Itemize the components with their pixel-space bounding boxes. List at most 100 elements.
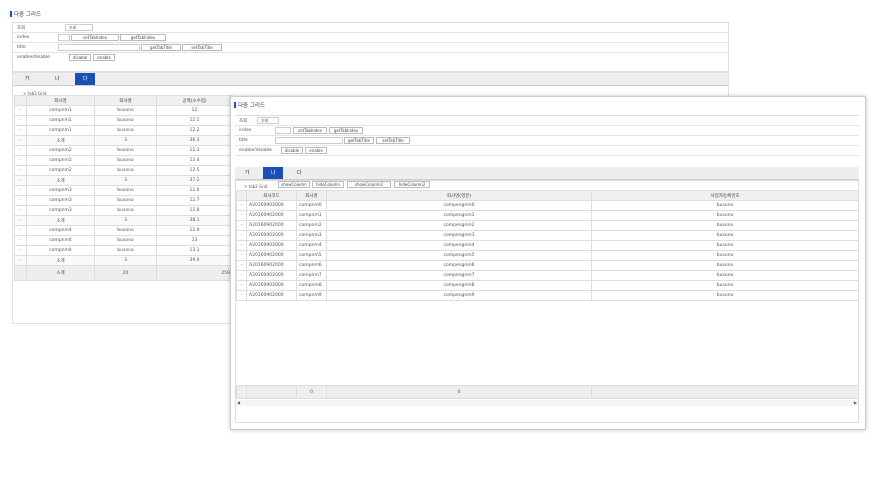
grid-cell[interactable]: 소계 [26, 215, 95, 226]
grid-cell[interactable]: - [14, 155, 27, 166]
grid-cell[interactable]: busono [94, 165, 157, 176]
grid-cell[interactable]: 12.5 [156, 165, 233, 176]
tab-ga-1[interactable]: 가 [17, 73, 37, 85]
grid-cell[interactable]: - [14, 145, 27, 156]
set-tab-index-button[interactable]: setTabIndex [293, 127, 327, 134]
grid-cell[interactable]: compnm0 [296, 200, 327, 211]
grid-cell[interactable]: compnm8 [296, 280, 327, 291]
grid-cell[interactable]: busono [94, 105, 157, 116]
grid-cell[interactable]: busono [591, 250, 859, 261]
table-row[interactable]: - A20160902000 compnm8 compengnm8 busono [236, 280, 859, 291]
grid-cell[interactable]: compnm6 [296, 260, 327, 271]
grid-cell[interactable]: 3 [94, 255, 157, 266]
table-row[interactable]: - compnm1 busono 12.1 [14, 115, 233, 126]
grid-cell[interactable]: compnm1 [26, 105, 95, 116]
grid-cell[interactable]: - [236, 250, 247, 261]
col-header[interactable] [14, 95, 27, 106]
table-row[interactable]: - compnm3 busono 12.7 [14, 195, 233, 206]
grid-cell[interactable]: - [14, 175, 27, 186]
grid-cell[interactable]: 36.3 [156, 135, 233, 146]
grid-cell[interactable]: compnm3 [26, 195, 95, 206]
grid-cell[interactable]: busono [94, 205, 157, 216]
grid-cell[interactable]: A20160902000 [246, 230, 297, 241]
grid-cell[interactable]: busono [94, 115, 157, 126]
grid-cell[interactable]: 12.3 [156, 145, 233, 156]
enable-button[interactable]: enable [305, 147, 327, 154]
grid-cell[interactable]: compengnm5 [326, 250, 592, 261]
grid-cell[interactable]: compnm5 [296, 250, 327, 261]
title-input[interactable] [58, 44, 140, 51]
grid-cell[interactable]: compengnm6 [326, 260, 592, 271]
get-tab-index-button[interactable]: getTabIndex [329, 127, 363, 134]
grid-cell[interactable]: 소계 [26, 135, 95, 146]
grid-cell[interactable]: 12.6 [156, 185, 233, 196]
horizontal-scrollbar[interactable]: ◀ ▶ [236, 400, 858, 406]
grid-cell[interactable]: 13 [156, 235, 233, 246]
grid-cell[interactable]: busono [591, 280, 859, 291]
grid-cell[interactable]: 38.1 [156, 215, 233, 226]
grid-cell[interactable]: compnm9 [296, 290, 327, 301]
table-row[interactable]: - A20160902000 compnm1 compengnm1 busono [236, 210, 859, 221]
grid-cell[interactable]: - [14, 165, 27, 176]
grid-cell[interactable]: - [236, 270, 247, 281]
get-tab-index-button[interactable]: getTabIndex [120, 34, 166, 41]
grid-cell[interactable]: compengnm9 [326, 290, 592, 301]
grid-cell[interactable]: A20160902000 [246, 260, 297, 271]
table-row[interactable]: - compnm4 busono 12.9 [14, 225, 233, 236]
grid-cell[interactable]: - [14, 255, 27, 266]
grid-cell[interactable]: compnm2 [296, 220, 327, 231]
grid-cell[interactable]: - [236, 210, 247, 221]
grid-cell[interactable]: - [14, 195, 27, 206]
disable-button[interactable]: disable [281, 147, 303, 154]
tab-da-2[interactable]: 다 [289, 167, 309, 179]
grid-cell[interactable]: compnm3 [26, 185, 95, 196]
subtotal-row[interactable]: - 소계 3 37.2 [14, 175, 233, 186]
tab-na-1[interactable]: 나 [47, 73, 67, 85]
grid-cell[interactable]: 39.0 [156, 255, 233, 266]
grid-cell[interactable]: compnm1 [26, 125, 95, 136]
grid-cell[interactable]: - [236, 230, 247, 241]
grid-cell[interactable]: busono [94, 195, 157, 206]
subtotal-row[interactable]: - 소계 3 36.3 [14, 135, 233, 146]
grid-cell[interactable]: - [14, 215, 27, 226]
col-header[interactable]: 회사명 [94, 95, 157, 106]
grid-cell[interactable]: A20160902000 [246, 250, 297, 261]
table-row[interactable]: - compnm2 busono 12.3 [14, 145, 233, 156]
subtotal-row[interactable]: - 소계 3 38.1 [14, 215, 233, 226]
grid-cell[interactable]: 소계 [26, 255, 95, 266]
grid-cell[interactable]: compnm3 [296, 230, 327, 241]
grid-cell[interactable]: - [236, 290, 247, 301]
grid-cell[interactable]: compnm2 [26, 145, 95, 156]
search-input[interactable]: 조회 [65, 24, 93, 31]
scroll-right-icon[interactable]: ▶ [854, 400, 857, 405]
grid-cell[interactable]: 13.1 [156, 245, 233, 256]
grid-cell[interactable]: A20160902000 [246, 200, 297, 211]
table-row[interactable]: - A20160902000 compnm4 compengnm4 busono [236, 240, 859, 251]
col-header[interactable]: 회사명(영문) [326, 190, 592, 201]
grid-cell[interactable]: busono [591, 200, 859, 211]
grid-cell[interactable]: compengnm0 [326, 200, 592, 211]
grid-cell[interactable]: - [236, 280, 247, 291]
grid-cell[interactable]: 12.1 [156, 115, 233, 126]
grid-cell[interactable]: 3 [94, 135, 157, 146]
index-input[interactable] [58, 34, 70, 41]
table-row[interactable]: - compnm4 busono 13 [14, 235, 233, 246]
grid-cell[interactable]: busono [94, 185, 157, 196]
grid-cell[interactable]: - [14, 185, 27, 196]
grid-cell[interactable]: 3 [94, 175, 157, 186]
grid-cell[interactable]: - [236, 220, 247, 231]
table-row[interactable]: - compnm2 busono 12.5 [14, 165, 233, 176]
grid-cell[interactable]: 소계 [26, 175, 95, 186]
grid-cell[interactable]: busono [591, 220, 859, 231]
grid-cell[interactable]: busono [94, 225, 157, 236]
grid-cell[interactable]: busono [94, 235, 157, 246]
grid-cell[interactable]: 12.4 [156, 155, 233, 166]
grid-cell[interactable]: compnm4 [26, 225, 95, 236]
grid-cell[interactable]: compnm1 [26, 115, 95, 126]
tab-da-1[interactable]: 다 [75, 73, 95, 85]
grid-cell[interactable]: compengnm7 [326, 270, 592, 281]
grid-cell[interactable]: compnm2 [26, 155, 95, 166]
grid-cell[interactable]: 12.7 [156, 195, 233, 206]
table-row[interactable]: - compnm1 busono 12 [14, 105, 233, 116]
grid-cell[interactable]: - [14, 125, 27, 136]
